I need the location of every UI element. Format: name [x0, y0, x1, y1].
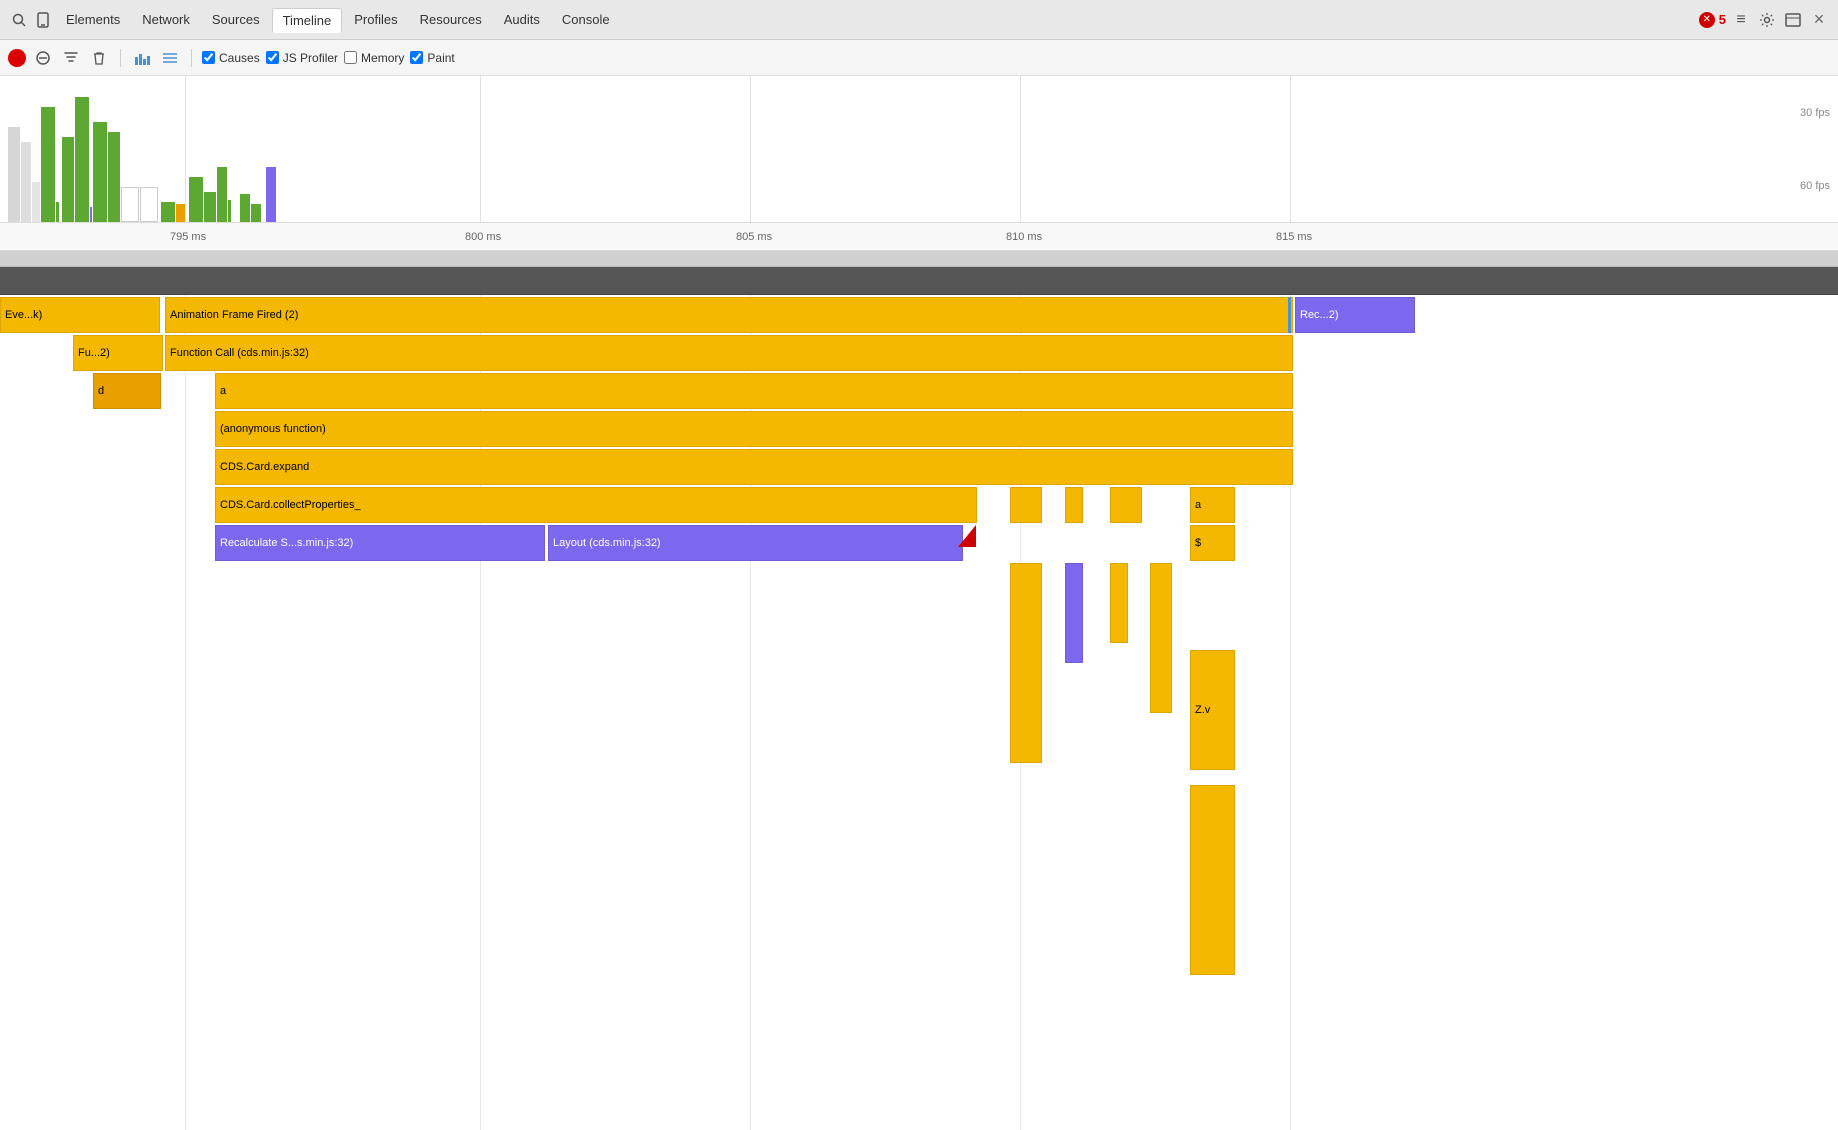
error-count: 5 [1719, 12, 1726, 27]
dark-header-bar [0, 267, 1838, 295]
nav-resources[interactable]: Resources [410, 8, 492, 31]
filter-button[interactable] [60, 47, 82, 69]
time-ruler: 795 ms 800 ms 805 ms 810 ms 815 ms [0, 222, 1838, 250]
flame-block-cds-collect[interactable]: CDS.Card.collectProperties_ [215, 487, 977, 523]
main-content: 30 fps 60 fps 795 ms 800 ms 805 ms 810 m… [0, 76, 1838, 1130]
paint-label: Paint [427, 51, 454, 65]
overview-scrollbar[interactable] [0, 251, 1838, 267]
time-label-795: 795 ms [170, 231, 206, 243]
flame-block-small-2[interactable] [1065, 487, 1083, 523]
memory-label: Memory [361, 51, 404, 65]
toolbar-sep-1 [120, 49, 121, 67]
js-profiler-label: JS Profiler [283, 51, 338, 65]
clear-button[interactable] [32, 47, 54, 69]
time-label-815: 815 ms [1276, 231, 1312, 243]
timeline-overview[interactable]: 30 fps 60 fps 795 ms 800 ms 805 ms 810 m… [0, 76, 1838, 251]
flame-block-small-1[interactable] [1010, 487, 1042, 523]
console-drawer-icon[interactable]: ≡ [1730, 9, 1752, 31]
nav-network[interactable]: Network [132, 8, 200, 31]
paint-checkbox[interactable] [410, 51, 423, 64]
flame-chart: Eve...k) Animation Frame Fired (2) Rec..… [0, 295, 1838, 1130]
close-icon[interactable]: × [1808, 9, 1830, 31]
causes-checkbox-group[interactable]: Causes [202, 51, 260, 65]
nav-console[interactable]: Console [552, 8, 620, 31]
flame-block-animation-frame[interactable]: Animation Frame Fired (2) [165, 297, 1293, 333]
flame-block-a-long[interactable]: a [215, 373, 1293, 409]
flame-block-layout[interactable]: Layout (cds.min.js:32) [548, 525, 963, 561]
nav-bar: Elements Network Sources Timeline Profil… [0, 0, 1838, 40]
flame-block-anonymous[interactable]: (anonymous function) [215, 411, 1293, 447]
time-label-800: 800 ms [465, 231, 501, 243]
causes-label: Causes [219, 51, 260, 65]
paint-checkbox-group[interactable]: Paint [410, 51, 454, 65]
flame-block-function-call[interactable]: Function Call (cds.min.js:32) [165, 335, 1293, 371]
memory-checkbox[interactable] [344, 51, 357, 64]
nav-elements[interactable]: Elements [56, 8, 130, 31]
delete-button[interactable] [88, 47, 110, 69]
device-icon[interactable] [32, 9, 54, 31]
memory-checkbox-group[interactable]: Memory [344, 51, 404, 65]
js-profiler-checkbox[interactable] [266, 51, 279, 64]
settings-icon[interactable] [1756, 9, 1778, 31]
fps-30-label: 30 fps [1800, 107, 1830, 119]
time-label-810: 810 ms [1006, 231, 1042, 243]
nav-profiles[interactable]: Profiles [344, 8, 407, 31]
js-profiler-checkbox-group[interactable]: JS Profiler [266, 51, 338, 65]
fps-60-label: 60 fps [1800, 180, 1830, 192]
toolbar-sep-2 [191, 49, 192, 67]
flame-block-rec[interactable]: Rec...2) [1295, 297, 1415, 333]
flame-block-cds-card-expand[interactable]: CDS.Card.expand [215, 449, 1293, 485]
causes-checkbox[interactable] [202, 51, 215, 64]
nav-sources[interactable]: Sources [202, 8, 270, 31]
record-button[interactable] [8, 49, 26, 67]
fps-labels: 30 fps 60 fps [1800, 76, 1830, 222]
flame-block-a-right[interactable]: a [1190, 487, 1235, 523]
toolbar: Causes JS Profiler Memory Paint [0, 40, 1838, 76]
flame-block-event-left[interactable]: Eve...k) [0, 297, 160, 333]
flame-block-fu[interactable]: Fu...2) [73, 335, 163, 371]
nav-audits[interactable]: Audits [494, 8, 550, 31]
time-label-805: 805 ms [736, 231, 772, 243]
search-icon[interactable] [8, 9, 30, 31]
nav-timeline[interactable]: Timeline [272, 8, 343, 33]
window-mode-icon[interactable] [1782, 9, 1804, 31]
list-view-button[interactable] [159, 47, 181, 69]
error-icon: ✕ [1699, 12, 1715, 28]
flame-block-small-3[interactable] [1110, 487, 1142, 523]
nav-right-controls: ✕ 5 ≡ × [1699, 9, 1830, 31]
flame-block-zv[interactable]: Z.v [1190, 650, 1235, 770]
bar-chart-view-button[interactable] [131, 47, 153, 69]
flame-block-recalculate[interactable]: Recalculate S...s.min.js:32) [215, 525, 545, 561]
flame-block-d[interactable]: d [93, 373, 161, 409]
flame-block-dollar[interactable]: $ [1190, 525, 1235, 561]
